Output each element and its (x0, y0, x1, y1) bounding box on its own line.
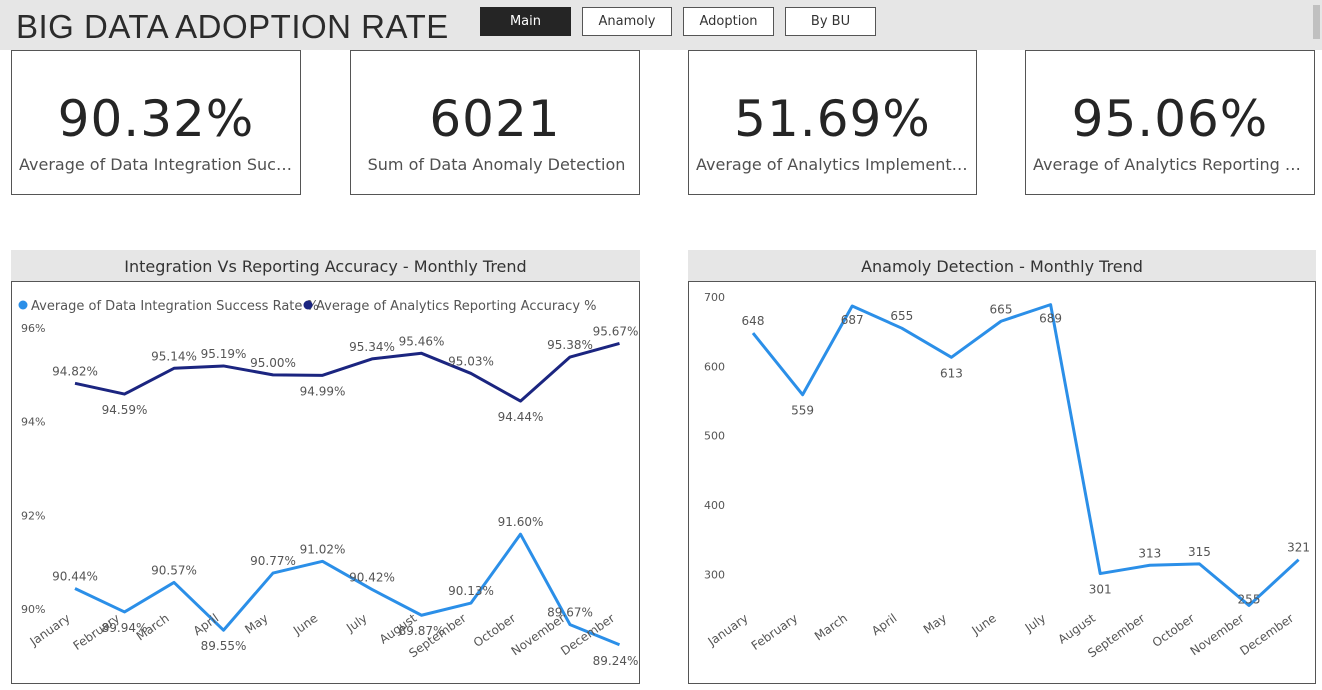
y-tick-label: 92% (21, 509, 45, 522)
data-label: 89.55% (201, 639, 247, 653)
y-tick-label: 94% (21, 416, 45, 429)
chart-title-anomaly: Anamoly Detection - Monthly Trend (688, 250, 1316, 282)
data-label: 665 (990, 302, 1013, 316)
x-tick-label: April (869, 611, 900, 638)
x-tick-label: July (343, 611, 370, 635)
data-label: 91.60% (498, 515, 544, 529)
y-tick-label: 90% (21, 603, 45, 616)
data-label: 655 (890, 309, 913, 323)
data-label: 689 (1039, 312, 1062, 326)
x-tick-label: May (242, 611, 270, 637)
nav-adoption-button[interactable]: Adoption (683, 7, 774, 36)
data-label: 90.13% (448, 584, 494, 598)
y-tick-label: 300 (704, 568, 725, 581)
kpi-card-integration: 90.32% Average of Data Integration Succe… (11, 50, 301, 195)
x-tick-label: May (921, 611, 949, 637)
kpi-card-anomaly: 6021 Sum of Data Anomaly Detection (350, 50, 640, 195)
x-tick-label: January (27, 611, 73, 649)
data-label: 89.24% (593, 654, 639, 668)
x-tick-label: August (1055, 611, 1098, 647)
x-tick-label: November (509, 611, 568, 658)
scrollbar[interactable] (1313, 5, 1320, 39)
x-tick-label: March (812, 611, 850, 643)
legend-marker (303, 300, 313, 310)
y-tick-label: 96% (21, 322, 45, 335)
x-tick-label: February (749, 611, 801, 653)
x-tick-label: July (1022, 611, 1049, 635)
data-label: 91.02% (300, 542, 346, 556)
data-label: 94.82% (52, 364, 98, 378)
kpi-label: Average of Analytics Implementatio... (696, 155, 972, 174)
data-label: 95.00% (250, 356, 296, 370)
data-label: 95.19% (201, 347, 247, 361)
x-tick-label: April (191, 611, 222, 638)
data-label: 687 (841, 313, 864, 327)
header-bar: BIG DATA ADOPTION RATE Main Anamoly Adop… (0, 0, 1322, 50)
kpi-card-implementation: 51.69% Average of Analytics Implementati… (688, 50, 977, 195)
data-label: 321 (1287, 541, 1310, 555)
data-label: 90.42% (349, 570, 395, 584)
kpi-label: Average of Analytics Reporting Accu... (1033, 155, 1310, 174)
kpi-label: Average of Data Integration Success... (19, 155, 296, 174)
kpi-value: 90.32% (57, 90, 255, 148)
legend-marker (18, 300, 28, 310)
chart-anomaly-box: 300 400 500 600 700 648 559 687 655 613 665 689 301 3… (688, 281, 1316, 684)
data-label: 255 (1238, 592, 1261, 606)
x-tick-label: December (1237, 611, 1296, 658)
data-label: 95.38% (547, 338, 593, 352)
data-label: 315 (1188, 545, 1211, 559)
data-label: 613 (940, 366, 963, 380)
data-label: 559 (791, 404, 814, 418)
kpi-value: 51.69% (734, 90, 931, 148)
x-tick-label: January (705, 611, 751, 649)
nav-main-button[interactable]: Main (480, 7, 571, 36)
kpi-card-reporting: 95.06% Average of Analytics Reporting Ac… (1025, 50, 1315, 195)
data-label: 313 (1138, 546, 1161, 560)
legend-label: Average of Data Integration Success Rate… (31, 299, 319, 314)
data-label: 301 (1089, 583, 1112, 597)
data-label: 95.34% (349, 340, 395, 354)
y-tick-label: 500 (704, 430, 725, 443)
kpi-value: 95.06% (1071, 90, 1269, 148)
data-label: 95.03% (448, 354, 494, 368)
data-label: 94.59% (102, 403, 148, 417)
x-tick-label: June (968, 611, 998, 638)
x-tick-label: June (290, 611, 320, 638)
page-title: BIG DATA ADOPTION RATE (16, 8, 449, 45)
y-tick-label: 700 (704, 291, 725, 304)
legend-label: Average of Analytics Reporting Accuracy … (316, 299, 597, 314)
y-tick-label: 600 (704, 360, 725, 373)
nav-by-bu-button[interactable]: By BU (785, 7, 876, 36)
data-label: 90.77% (250, 554, 296, 568)
anomaly-trend-chart: 300 400 500 600 700 648 559 687 655 613 665 689 301 3… (704, 291, 1310, 661)
data-label: 648 (742, 314, 765, 328)
data-label: 94.44% (498, 410, 544, 424)
accuracy-trend-chart: Average of Data Integration Success Rate… (18, 299, 639, 668)
data-label: 95.46% (399, 334, 445, 348)
series-line (751, 303, 1300, 607)
y-tick-label: 400 (704, 499, 725, 512)
nav-anamoly-button[interactable]: Anamoly (582, 7, 672, 36)
data-label: 90.44% (52, 570, 98, 584)
chart-title-accuracy: Integration Vs Reporting Accuracy - Mont… (11, 250, 640, 282)
kpi-value: 6021 (429, 90, 561, 148)
x-tick-label: November (1188, 611, 1247, 658)
chart-accuracy-box: Average of Data Integration Success Rate… (11, 281, 640, 684)
data-label: 95.67% (593, 324, 639, 338)
data-label: 90.57% (151, 563, 197, 577)
x-tick-label: March (134, 611, 172, 643)
kpi-label: Sum of Data Anomaly Detection (367, 155, 626, 174)
data-label: 95.14% (151, 349, 197, 363)
data-label: 94.99% (300, 384, 346, 398)
